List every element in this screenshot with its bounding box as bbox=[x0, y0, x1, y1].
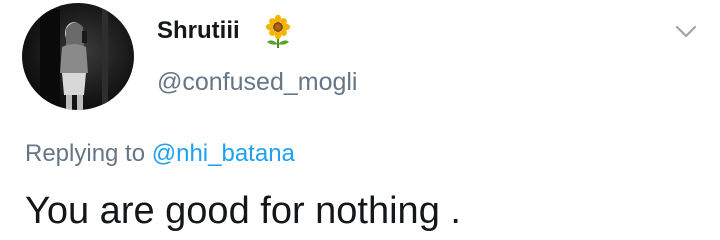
tweet-card: Shrutiii @confused_mogli Replying to @nh… bbox=[0, 0, 720, 240]
author-display-name[interactable]: Shrutiii bbox=[157, 16, 240, 46]
replying-to-line: Replying to @nhi_batana bbox=[25, 138, 295, 170]
profile-photo-icon bbox=[40, 3, 108, 110]
tweet-text: You are good for nothing . bbox=[25, 190, 461, 232]
chevron-down-icon[interactable] bbox=[674, 24, 698, 40]
sunflower-icon bbox=[265, 14, 291, 48]
avatar[interactable] bbox=[22, 3, 134, 110]
replying-to-label: Replying to bbox=[25, 140, 146, 167]
author-handle[interactable]: @confused_mogli bbox=[157, 66, 358, 98]
reply-target-link[interactable]: @nhi_batana bbox=[152, 140, 295, 167]
